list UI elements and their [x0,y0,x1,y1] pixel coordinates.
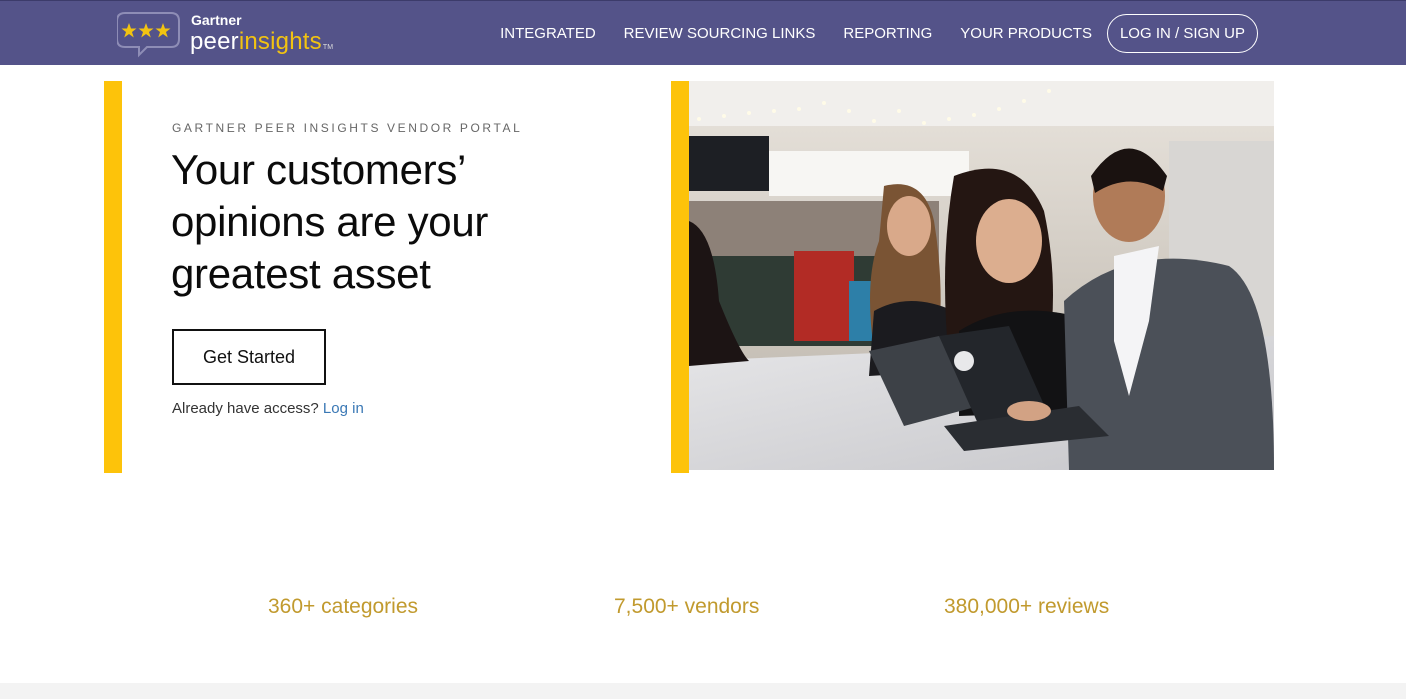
nav-item-integrated[interactable]: INTEGRATED [500,25,596,42]
top-navigation-bar: Gartner peerinsightsTM INTEGRATED REVIEW… [0,0,1406,65]
hero-eyebrow: GARTNER PEER INSIGHTS VENDOR PORTAL [172,121,523,135]
stat-categories: 360+ categories [268,595,419,618]
login-signup-button[interactable]: LOG IN / SIGN UP [1106,13,1258,53]
logo-gartner-text: Gartner [191,12,242,28]
login-link[interactable]: Log in [323,400,364,417]
stat-vendors: 7,500+ vendors [614,595,760,618]
nav-item-reporting[interactable]: REPORTING [843,25,932,42]
get-started-button[interactable]: Get Started [172,329,326,385]
hero-photo-team-with-laptops [689,81,1274,470]
hero-left-accent-bar [104,81,122,473]
hero-photo-illustration [689,81,1274,470]
logo-trademark: TM [322,44,334,51]
gartner-peer-insights-logo[interactable]: Gartner peerinsightsTM [117,9,347,59]
hero-headline: Your customers’ opinions are your greate… [171,146,489,297]
hero-photo-accent-bar [671,81,689,473]
nav-item-review-sourcing-links[interactable]: REVIEW SOURCING LINKS [624,25,816,42]
speech-bubble-stars-icon [117,12,180,58]
nav-item-your-products[interactable]: YOUR PRODUCTS [960,25,1092,42]
main-nav: INTEGRATED REVIEW SOURCING LINKS REPORTI… [472,13,1258,53]
access-text: Already have access? [172,400,319,417]
logo-peer-insights-text: peerinsightsTM [190,28,333,56]
logo-peer-word: peer [190,28,239,55]
stat-reviews: 380,000+ reviews [944,595,1110,618]
existing-access-prompt: Already have access? Log in [172,400,364,417]
footer-band [0,683,1406,699]
logo-insights-word: insights [238,28,322,55]
